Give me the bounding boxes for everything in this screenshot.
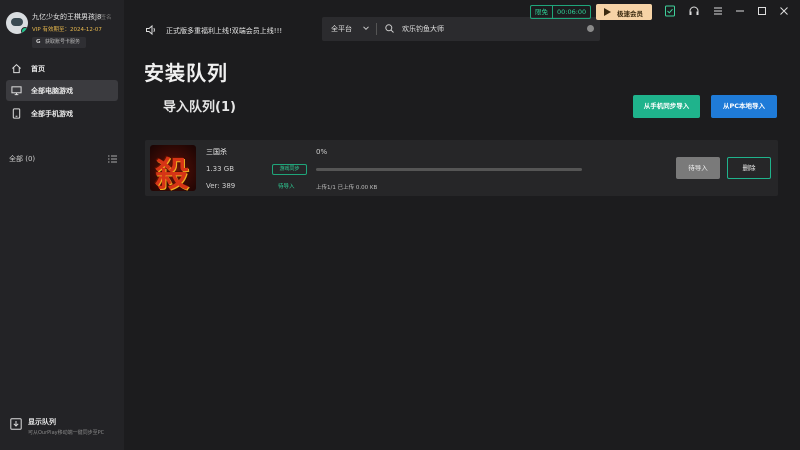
page-title: 安装队列 (144, 61, 228, 85)
progress-percent: 0% (316, 148, 328, 156)
sidebar-item-home[interactable]: 首页 (6, 58, 118, 79)
avatar[interactable] (6, 12, 28, 34)
user-panel: 九亿少女的王棋男孩j8 已签名 VIP 有效期至：2024-12-07 G 获取账… (6, 8, 120, 50)
clear-search-icon[interactable] (587, 25, 594, 32)
platform-select[interactable]: 全平台 (331, 24, 352, 34)
queue-item: 殺 三国杀 1.33 GB Ver: 389 游戏同步 待导入 0% 上传1/1… (145, 140, 778, 196)
sidebar-item-pc-games[interactable]: 全部电脑游戏 (6, 80, 118, 101)
game-logo-glyph: 殺 (155, 155, 189, 191)
game-size: 1.33 GB (206, 165, 235, 173)
show-queue-title: 显示队列 (28, 418, 56, 426)
chevron-down-icon[interactable] (362, 24, 370, 32)
user-tag: 已签名 (95, 15, 112, 21)
game-name: 三国杀 (206, 148, 227, 156)
speed-trial-label: 限免 (535, 8, 548, 16)
game-thumbnail: 殺 (150, 145, 196, 191)
all-games-label: 全部 (0) (9, 155, 36, 163)
sidebar-item-label: 首页 (31, 65, 45, 73)
get-vip-button[interactable]: G 获取账号卡服务 (32, 37, 87, 48)
status-text: 待导入 (278, 184, 295, 190)
sidebar-item-label: 全部手机游戏 (31, 110, 73, 118)
announcement-text[interactable]: 正式版多重福利上线!双端会员上线!!! (166, 26, 282, 36)
show-queue-desc: 可从OurPlay移动端一键同步至PC (28, 430, 105, 436)
search-input[interactable]: 欢乐钓鱼大师 (402, 24, 444, 34)
checklist-icon[interactable] (664, 5, 676, 17)
user-name[interactable]: 九亿少女的王棋男孩j8 (32, 12, 101, 22)
vip-expiry: VIP 有效期至：2024-12-07 (32, 27, 102, 33)
online-badge (21, 27, 28, 34)
sync-from-phone-button[interactable]: 从手机同步导入 (633, 95, 700, 118)
section-title: 导入队列(1) (163, 100, 236, 115)
monitor-icon (11, 86, 22, 96)
home-icon (12, 63, 21, 74)
import-from-pc-button[interactable]: 从PC本地导入 (711, 95, 777, 118)
speed-trial-badge[interactable]: 限免 00:06:00 (530, 5, 592, 19)
all-games-row[interactable]: 全部 (0) (9, 154, 119, 166)
headset-icon[interactable] (688, 5, 700, 17)
game-version: Ver: 389 (206, 182, 236, 190)
vip-membership-button[interactable]: 极速会员 (596, 4, 652, 20)
close-icon[interactable] (778, 5, 790, 17)
get-vip-label: 获取账号卡服务 (45, 39, 81, 45)
sync-tag: 游戏同步 (272, 164, 307, 175)
g-icon: G (36, 39, 41, 45)
download-queue-icon (10, 418, 22, 430)
vip-button-label: 极速会员 (617, 10, 643, 18)
sidebar-item-label: 全部电脑游戏 (31, 87, 73, 95)
maximize-icon[interactable] (756, 5, 768, 17)
search-icon[interactable] (385, 24, 394, 33)
pending-import-button[interactable]: 待导入 (676, 157, 720, 179)
upload-info: 上传1/1 已上传 0.00 KB (316, 185, 378, 191)
menu-icon[interactable] (712, 5, 724, 17)
speed-trial-timer: 00:06:00 (557, 8, 587, 16)
sidebar-item-mobile-games[interactable]: 全部手机游戏 (6, 103, 118, 124)
list-view-icon[interactable] (108, 155, 117, 163)
sidebar: 九亿少女的王棋男孩j8 已签名 VIP 有效期至：2024-12-07 G 获取账… (0, 0, 124, 450)
show-queue-button[interactable]: 显示队列 可从OurPlay移动端一键同步至PC (6, 414, 122, 442)
play-icon (604, 8, 611, 16)
divider (376, 23, 377, 35)
search-bar[interactable]: 全平台 欢乐钓鱼大师 (322, 17, 600, 41)
delete-button[interactable]: 删除 (727, 157, 771, 179)
progress-bar (316, 168, 582, 171)
speaker-icon (146, 24, 155, 36)
phone-icon (12, 108, 21, 119)
minimize-icon[interactable] (734, 5, 746, 17)
